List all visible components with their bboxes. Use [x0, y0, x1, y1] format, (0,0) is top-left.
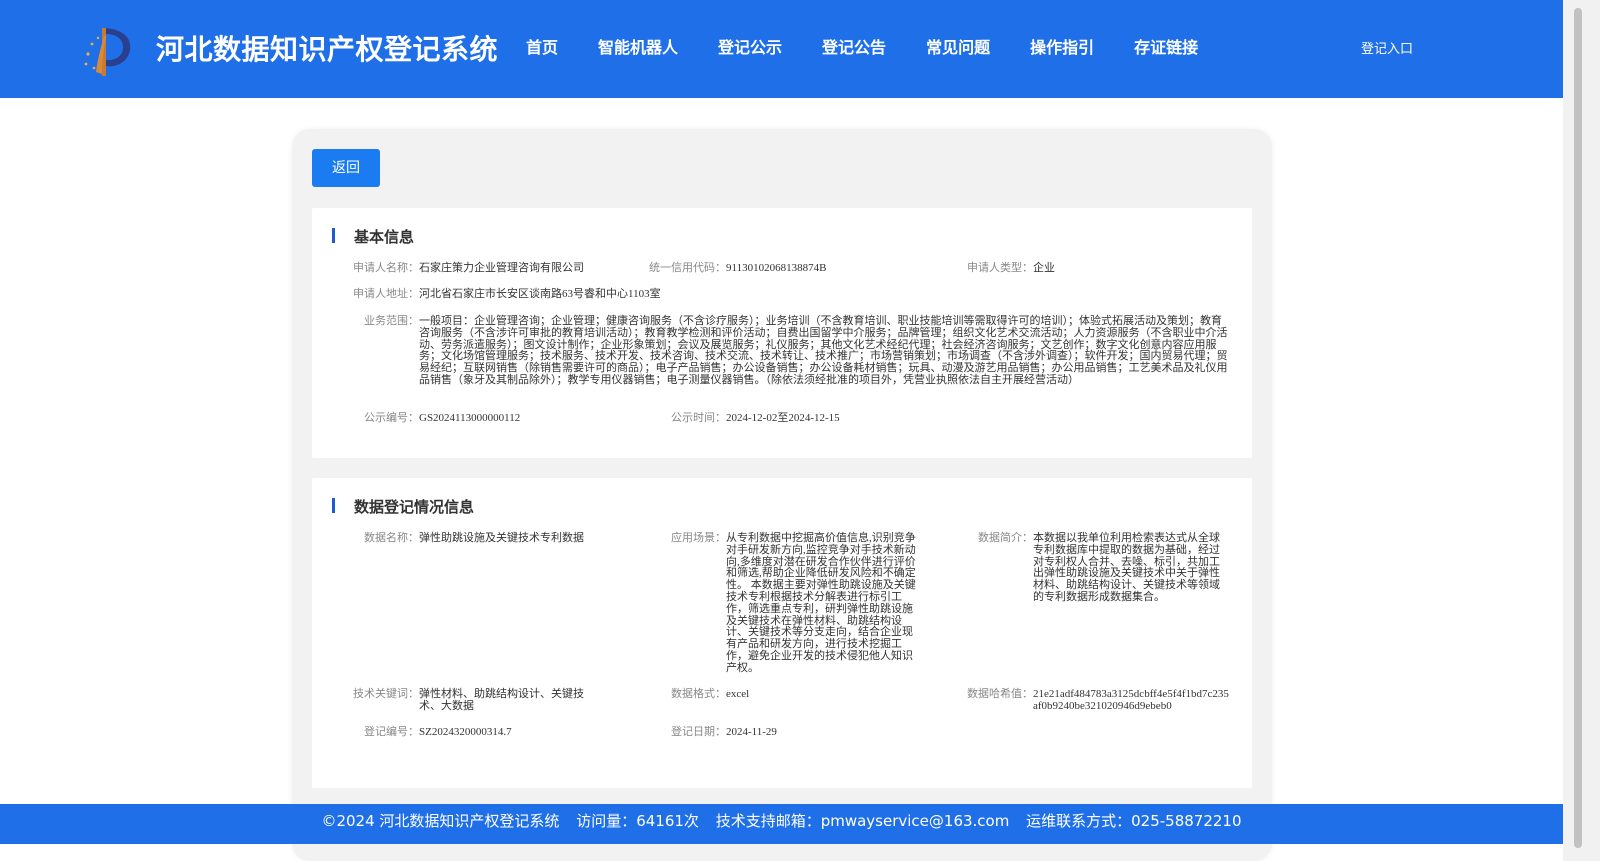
scrollbar-thumb[interactable] — [1574, 8, 1582, 848]
site-title: 河北数据知识产权登记系统 — [156, 33, 499, 66]
applicant-type-label: 申请人类型： — [967, 262, 1033, 274]
address-label: 申请人地址： — [353, 288, 419, 300]
back-button[interactable]: 返回 — [312, 149, 380, 187]
basic-info-card: 基本信息 申请人名称： 石家庄策力企业管理咨询有限公司 统一信用代码： 9113… — [312, 208, 1252, 458]
applicant-name-label: 申请人名称： — [353, 262, 419, 274]
business-scope-label: 业务范围： — [364, 315, 419, 327]
publicity-no-label: 公示编号： — [364, 412, 419, 424]
nav-guide[interactable]: 操作指引 — [1030, 34, 1094, 58]
credit-code-label: 统一信用代码： — [649, 262, 726, 274]
publicity-time-value: 2024-12-02至2024-12-15 — [726, 412, 840, 424]
page: 河北数据知识产权登记系统 首页 智能机器人 登记公示 登记公告 常见问题 操作指… — [0, 0, 1563, 861]
footer: ©2024 河北数据知识产权登记系统 访问量：64161次 技术支持邮箱：pmw… — [0, 804, 1563, 844]
nav-evidence-link[interactable]: 存证链接 — [1134, 34, 1198, 58]
scenario-label: 应用场景： — [671, 532, 726, 544]
keywords-value: 弹性材料、助跳结构设计、关键技术、大数据 — [419, 688, 584, 712]
footer-visits: 访问量：64161次 — [576, 812, 699, 830]
page-scrollbar[interactable] — [1563, 0, 1600, 861]
data-name-label: 数据名称： — [364, 532, 419, 544]
summary-label: 数据简介： — [978, 532, 1033, 544]
business-scope-value: 一般项目：企业管理咨询；企业管理；健康咨询服务（不含诊疗服务）；业务培训（不含教… — [419, 315, 1228, 386]
detail-container: 返回 基本信息 申请人名称： 石家庄策力企业管理咨询有限公司 统一信用代码： 9… — [292, 129, 1272, 861]
nav-announcement[interactable]: 登记公告 — [822, 34, 886, 58]
footer-phone: 运维联系方式：025-58872210 — [1026, 812, 1242, 830]
nav-home[interactable]: 首页 — [526, 34, 558, 58]
data-name-value: 弹性助跳设施及关键技术专利数据 — [419, 532, 584, 544]
login-link[interactable]: 登记入口 — [1361, 38, 1413, 57]
footer-copyright: ©2024 河北数据知识产权登记系统 — [321, 812, 560, 830]
summary-value: 本数据以我单位利用检索表达式从全球专利数据库中提取的数据为基础，经过对专利权人合… — [1033, 532, 1220, 603]
nav-publicity[interactable]: 登记公示 — [718, 34, 782, 58]
main-nav: 首页 智能机器人 登记公示 登记公告 常见问题 操作指引 存证链接 — [526, 34, 1238, 58]
reg-no-label: 登记编号： — [364, 726, 419, 738]
applicant-type-value: 企业 — [1033, 262, 1055, 274]
header: 河北数据知识产权登记系统 首页 智能机器人 登记公示 登记公告 常见问题 操作指… — [0, 0, 1563, 98]
applicant-name-value: 石家庄策力企业管理咨询有限公司 — [419, 262, 584, 274]
format-value: excel — [726, 688, 750, 700]
hash-label: 数据哈希值： — [967, 688, 1033, 700]
nav-robot[interactable]: 智能机器人 — [598, 34, 678, 58]
credit-code-value: 91130102068138874B — [726, 262, 827, 274]
address-value: 河北省石家庄市长安区谈南路63号睿和中心1103室 — [419, 288, 661, 300]
hash-value: 21e21adf484783a3125dcbff4e5f4f1bd7c235af… — [1033, 688, 1229, 712]
publicity-no-value: GS2024113000000112 — [419, 412, 521, 424]
reg-no-value: SZ2024320000314.7 — [419, 726, 512, 738]
nav-faq[interactable]: 常见问题 — [926, 34, 990, 58]
scenario-value: 从专利数据中挖掘高价值信息,识别竞争对手研发新方向,监控竞争对手技术新动向,多维… — [726, 532, 916, 674]
footer-email: 技术支持邮箱：pmwayservice@163.com — [715, 812, 1010, 830]
logo-icon — [84, 28, 131, 76]
data-info-card: 数据登记情况信息 数据名称： 弹性助跳设施及关键技术专利数据 应用场景： 从专利… — [312, 478, 1252, 788]
data-info-title: 数据登记情况信息 — [332, 496, 474, 517]
publicity-time-label: 公示时间： — [671, 412, 726, 424]
reg-date-value: 2024-11-29 — [726, 726, 777, 738]
reg-date-label: 登记日期： — [671, 726, 726, 738]
basic-info-title: 基本信息 — [332, 226, 414, 247]
format-label: 数据格式： — [671, 688, 726, 700]
keywords-label: 技术关键词： — [353, 688, 419, 700]
